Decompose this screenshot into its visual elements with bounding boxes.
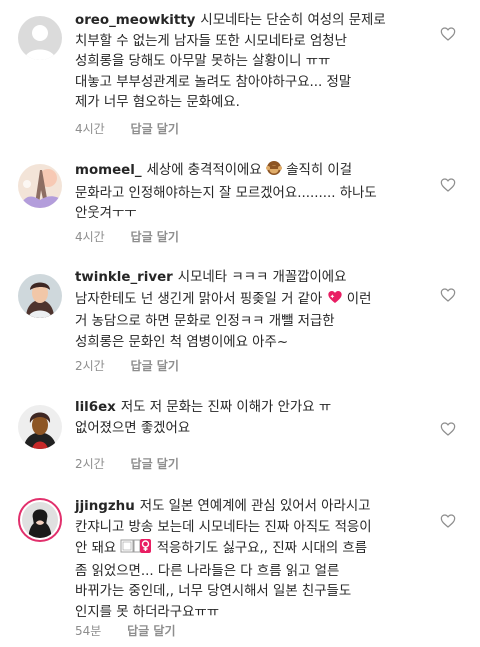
like-heart-icon[interactable] <box>440 513 456 529</box>
monkey-emoji-icon <box>265 160 282 184</box>
comment-line: 세상에 충격적이에요 솔직히 이걸 <box>147 161 352 178</box>
like-heart-icon[interactable] <box>440 26 456 42</box>
comment-text: twinkle_river 시모네타 ㅋㅋㅋ 개꼴깝이에요 남자한테도 넌 생긴게… <box>75 268 435 353</box>
comment-text: momeel_ 세상에 충격적이에요 솔직히 이걸 문화라고 인정해야하는지 잘 … <box>75 160 435 225</box>
eiffel-tower-avatar-icon[interactable] <box>18 164 62 208</box>
default-avatar-icon[interactable] <box>18 16 62 60</box>
comment-text: lil6ex 저도 저 문화는 진짜 이해가 안가요 ㅠ 없어졌으면 좋겠어요 <box>75 398 435 439</box>
comment-time: 4시간 <box>75 122 105 136</box>
like-heart-icon[interactable] <box>440 421 456 437</box>
comment-line: 저도 저 문화는 진짜 이해가 안가요 ㅠ <box>120 400 332 415</box>
reply-button[interactable]: 답글 달기 <box>131 359 179 373</box>
comment-line: 인지를 못 하더라구요ㅠㅠ <box>75 604 220 620</box>
comment-line: 저도 일본 연예계에 관심 있어서 아라시고 <box>139 499 371 514</box>
comment-time: 54분 <box>75 624 102 638</box>
comment-username[interactable]: momeel_ <box>75 163 142 178</box>
woman-shrug-emoji-icon <box>120 538 152 562</box>
comment-text: oreo_meowkitty 시모네타는 단순히 여성의 문제로 치부할 수 없는… <box>75 11 435 114</box>
story-ring-avatar-icon[interactable] <box>18 498 62 542</box>
comment-line: 성희롱을 당해도 아무말 못하는 살황이니 ㅠㅠ <box>75 54 331 70</box>
reply-button[interactable]: 답글 달기 <box>127 624 175 638</box>
comment-line: 시모네타 ㅋㅋㅋ 개꼴깝이에요 <box>177 270 347 285</box>
reply-button[interactable]: 답글 달기 <box>131 122 179 136</box>
reply-button[interactable]: 답글 달기 <box>131 230 179 244</box>
like-heart-icon[interactable] <box>440 177 456 193</box>
like-heart-icon[interactable] <box>440 287 456 303</box>
comment-username[interactable]: jjingzhu <box>75 499 135 514</box>
comment-line: 거 농담으로 하면 문화로 인정ㅋㅋ 개뺄 저급한 <box>75 314 335 330</box>
comment-line: 대놓고 부부성관계로 놀려도 참아야하구요... 정말 <box>75 74 352 90</box>
comment-line: 성희롱은 문화인 척 염병이에요 아주~ <box>75 334 289 350</box>
comment-line: 바뀌가는 중인데,, 너무 당연시해서 일본 친구들도 <box>75 584 352 600</box>
comment-line: 칸쟈니고 방송 보는데 시모네타는 진짜 아직도 적응이 <box>75 519 372 535</box>
comment-line: 제가 너무 혐오하는 문화예요. <box>75 95 240 111</box>
comment-line: 치부할 수 없는게 남자들 또한 시모네타로 엄청난 <box>75 33 347 49</box>
comment-username[interactable]: lil6ex <box>75 400 116 415</box>
person-photo-avatar-icon[interactable] <box>18 405 62 449</box>
comment-line: 시모네타는 단순히 여성의 문제로 <box>200 13 386 28</box>
person-photo-avatar-icon[interactable] <box>18 274 62 318</box>
comment-line: 좀 읽었으면... 다른 나라들은 다 흐름 읽고 얼른 <box>75 563 340 579</box>
sparkling-heart-emoji-icon <box>327 289 343 313</box>
comment-text: jjingzhu 저도 일본 연예계에 관심 있어서 아라시고 칸쟈니고 방송 보… <box>75 497 435 624</box>
comment-line: 안 돼요 적응하기도 싫구요,, 진짜 시대의 흐름 <box>75 538 435 562</box>
comment-line: 없어졌으면 좋겠어요 <box>75 420 191 436</box>
reply-button[interactable]: 답글 달기 <box>131 457 179 471</box>
comment-username[interactable]: oreo_meowkitty <box>75 13 195 28</box>
comment-username[interactable]: twinkle_river <box>75 270 173 285</box>
comment-line: 문화라고 인정해야하는지 잘 모르겠어요......... 하나도 <box>75 185 377 201</box>
comment-time: 2시간 <box>75 457 105 471</box>
comment-line: 안웃겨ㅜㅜ <box>75 206 137 222</box>
comment-time: 4시간 <box>75 230 105 244</box>
comment-line: 남자한테도 넌 생긴게 맑아서 핑좆일 거 같아 이런 <box>75 289 435 313</box>
comment-time: 2시간 <box>75 359 105 373</box>
